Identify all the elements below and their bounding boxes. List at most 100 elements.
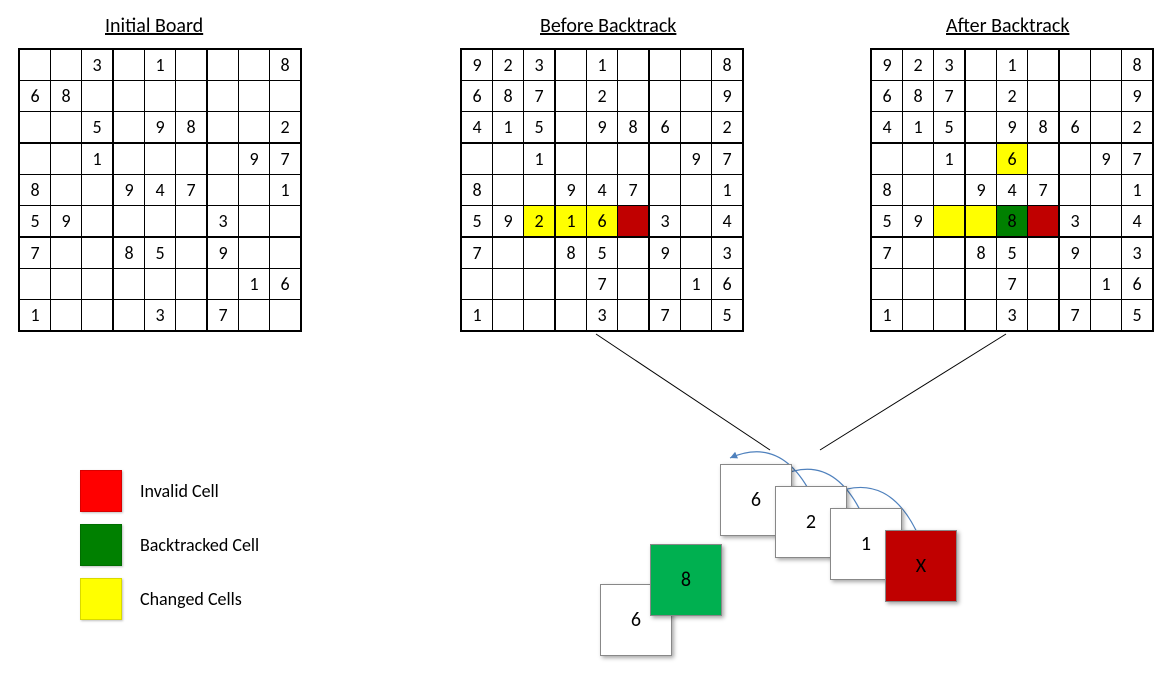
sudoku-cell: 7 bbox=[207, 300, 239, 332]
sudoku-cell bbox=[903, 300, 934, 332]
sudoku-cell bbox=[1091, 300, 1122, 332]
sudoku-cell: 9 bbox=[1122, 81, 1154, 112]
sudoku-cell bbox=[555, 269, 587, 300]
sudoku-cell: 9 bbox=[1091, 143, 1122, 175]
sudoku-cell: 3 bbox=[524, 49, 556, 81]
sudoku-cell bbox=[19, 112, 51, 144]
sudoku-cell: 9 bbox=[207, 237, 239, 269]
sudoku-cell bbox=[51, 300, 82, 332]
sudoku-cell: 5 bbox=[934, 112, 966, 144]
sudoku-cell: 7 bbox=[1028, 175, 1060, 206]
sudoku-cell bbox=[145, 269, 176, 300]
sudoku-cell: 9 bbox=[555, 175, 587, 206]
sudoku-cell: 6 bbox=[871, 81, 903, 112]
sudoku-cell bbox=[524, 237, 556, 269]
sudoku-cell bbox=[82, 237, 114, 269]
sudoku-cell: 9 bbox=[51, 206, 82, 238]
sudoku-cell: 7 bbox=[934, 81, 966, 112]
sudoku-cell bbox=[19, 269, 51, 300]
sudoku-cell bbox=[82, 300, 114, 332]
sudoku-cell bbox=[1028, 206, 1060, 238]
sudoku-cell: 3 bbox=[1059, 206, 1091, 238]
sudoku-cell bbox=[493, 237, 524, 269]
sudoku-cell bbox=[965, 269, 997, 300]
sudoku-cell: 6 bbox=[649, 112, 681, 144]
legend-label-backtracked: Backtracked Cell bbox=[140, 534, 259, 556]
sudoku-cell bbox=[82, 206, 114, 238]
sudoku-cell: 2 bbox=[903, 49, 934, 81]
sudoku-cell bbox=[113, 112, 145, 144]
sudoku-cell bbox=[239, 237, 270, 269]
sudoku-cell: 7 bbox=[997, 269, 1028, 300]
sudoku-cell bbox=[1091, 81, 1122, 112]
sudoku-cell bbox=[207, 175, 239, 206]
sudoku-cell: 9 bbox=[997, 112, 1028, 144]
sudoku-cell bbox=[1091, 175, 1122, 206]
sudoku-cell bbox=[903, 175, 934, 206]
sudoku-cell bbox=[270, 237, 302, 269]
sudoku-cell: 6 bbox=[712, 269, 744, 300]
sudoku-cell bbox=[681, 81, 712, 112]
sudoku-cell: 1 bbox=[1091, 269, 1122, 300]
sudoku-cell bbox=[681, 206, 712, 238]
sudoku-cell bbox=[493, 300, 524, 332]
sudoku-cell bbox=[649, 143, 681, 175]
sudoku-cell: 3 bbox=[82, 49, 114, 81]
sudoku-cell: 5 bbox=[19, 206, 51, 238]
sudoku-cell: 8 bbox=[270, 49, 302, 81]
sudoku-cell: 9 bbox=[965, 175, 997, 206]
sudoku-cell: 5 bbox=[871, 206, 903, 238]
sudoku-cell: 9 bbox=[871, 49, 903, 81]
sudoku-cell bbox=[934, 175, 966, 206]
sudoku-cell bbox=[871, 269, 903, 300]
legend-row-changed: Changed Cells bbox=[80, 578, 259, 620]
sudoku-cell: 1 bbox=[712, 175, 744, 206]
sudoku-cell bbox=[903, 143, 934, 175]
sudoku-cell: 9 bbox=[649, 237, 681, 269]
sudoku-cell: 4 bbox=[1122, 206, 1154, 238]
sudoku-cell bbox=[239, 81, 270, 112]
sudoku-cell: 6 bbox=[461, 81, 493, 112]
sudoku-cell bbox=[461, 269, 493, 300]
sudoku-cell bbox=[649, 81, 681, 112]
sudoku-cell bbox=[649, 175, 681, 206]
sudoku-cell bbox=[113, 269, 145, 300]
sudoku-cell: 6 bbox=[587, 206, 618, 238]
sudoku-cell bbox=[239, 206, 270, 238]
sudoku-cell: 2 bbox=[270, 112, 302, 144]
sudoku-cell: 8 bbox=[712, 49, 744, 81]
sudoku-cell bbox=[965, 206, 997, 238]
sudoku-cell: 2 bbox=[524, 206, 556, 238]
sudoku-cell bbox=[1028, 143, 1060, 175]
sudoku-cell: 1 bbox=[239, 269, 270, 300]
sudoku-cell: 9 bbox=[461, 49, 493, 81]
sudoku-cell bbox=[207, 143, 239, 175]
sudoku-cell bbox=[270, 300, 302, 332]
title-after: After Backtrack bbox=[946, 14, 1069, 38]
sudoku-cell bbox=[618, 206, 650, 238]
sudoku-cell: 1 bbox=[524, 143, 556, 175]
sudoku-cell bbox=[903, 269, 934, 300]
sudoku-cell bbox=[207, 49, 239, 81]
sudoku-cell: 1 bbox=[587, 49, 618, 81]
sudoku-cell bbox=[1091, 206, 1122, 238]
sudoku-cell bbox=[555, 300, 587, 332]
sudoku-cell: 6 bbox=[1122, 269, 1154, 300]
sudoku-cell bbox=[934, 300, 966, 332]
sudoku-cell bbox=[555, 112, 587, 144]
sudoku-cell bbox=[82, 269, 114, 300]
sudoku-cell bbox=[1059, 269, 1091, 300]
sudoku-cell: 8 bbox=[997, 206, 1028, 238]
sudoku-cell: 8 bbox=[555, 237, 587, 269]
legend: Invalid Cell Backtracked Cell Changed Ce… bbox=[80, 470, 259, 632]
sudoku-cell bbox=[618, 143, 650, 175]
sudoku-cell bbox=[176, 49, 208, 81]
sudoku-cell bbox=[681, 112, 712, 144]
legend-swatch-backtracked bbox=[80, 524, 122, 566]
legend-label-invalid: Invalid Cell bbox=[140, 480, 219, 502]
sudoku-cell bbox=[51, 49, 82, 81]
sudoku-cell bbox=[270, 81, 302, 112]
sudoku-cell bbox=[1091, 112, 1122, 144]
sudoku-cell bbox=[493, 175, 524, 206]
sudoku-cell bbox=[1059, 143, 1091, 175]
